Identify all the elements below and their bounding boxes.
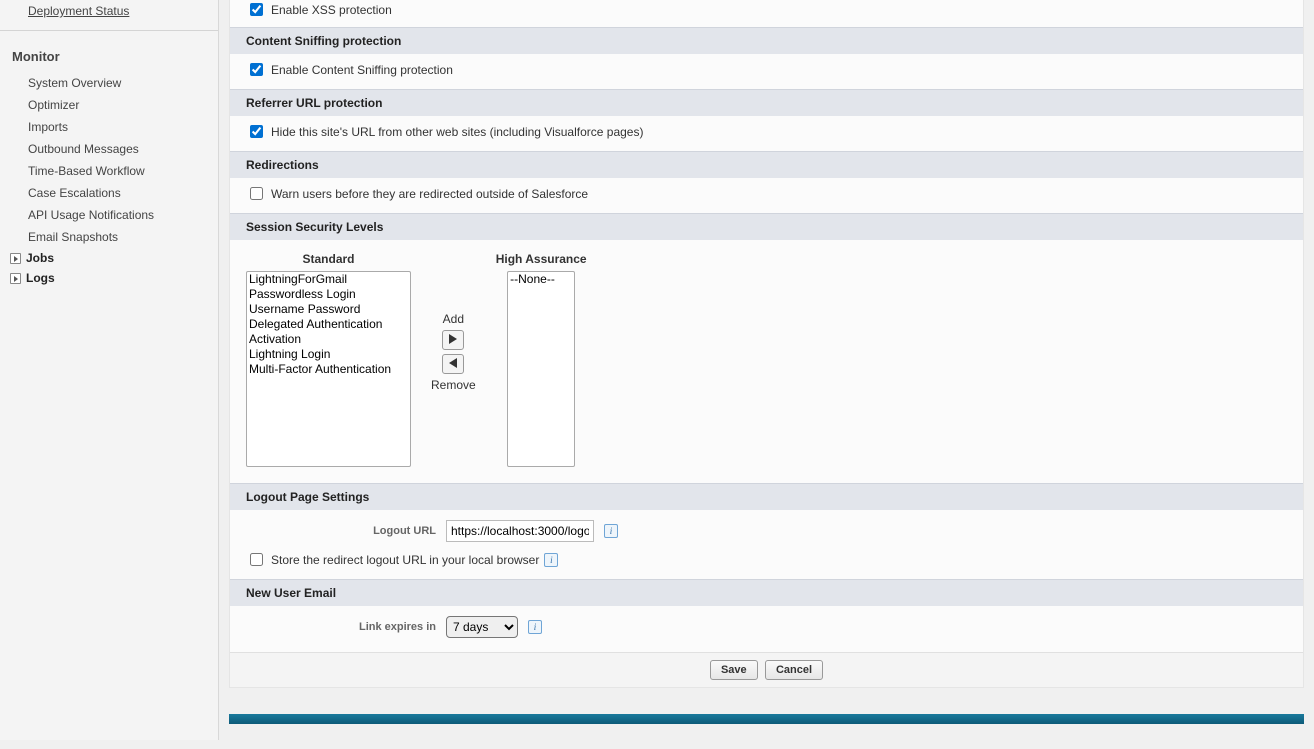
warn-redirect-label: Warn users before they are redirected ou… bbox=[271, 187, 588, 201]
expand-icon bbox=[10, 253, 21, 264]
cancel-button[interactable]: Cancel bbox=[765, 660, 823, 680]
save-button[interactable]: Save bbox=[710, 660, 758, 680]
section-header-referrer: Referrer URL protection bbox=[230, 89, 1303, 116]
main-content: Enable XSS protection Content Sniffing p… bbox=[219, 0, 1314, 740]
sidebar-tree-logs[interactable]: Logs bbox=[0, 268, 218, 288]
link-expires-label: Link expires in bbox=[246, 621, 436, 633]
logout-url-input[interactable] bbox=[446, 520, 594, 542]
enable-content-sniffing-checkbox[interactable] bbox=[250, 63, 263, 76]
info-icon[interactable]: i bbox=[604, 524, 618, 538]
section-header-session-security: Session Security Levels bbox=[230, 213, 1303, 240]
standard-security-list[interactable]: LightningForGmailPasswordless LoginUsern… bbox=[246, 271, 411, 467]
sidebar-item-case-escalations[interactable]: Case Escalations bbox=[0, 182, 218, 204]
enable-content-sniffing-label: Enable Content Sniffing protection bbox=[271, 63, 453, 77]
logout-url-label: Logout URL bbox=[246, 525, 436, 537]
section-header-redirections: Redirections bbox=[230, 151, 1303, 178]
hide-referrer-label: Hide this site's URL from other web site… bbox=[271, 125, 643, 139]
sidebar-item-api-usage-notifications[interactable]: API Usage Notifications bbox=[0, 204, 218, 226]
standard-option[interactable]: Delegated Authentication bbox=[247, 317, 410, 332]
remove-button[interactable] bbox=[442, 354, 464, 374]
add-label: Add bbox=[443, 312, 464, 326]
info-icon[interactable]: i bbox=[544, 553, 558, 567]
store-logout-url-label: Store the redirect logout URL in your lo… bbox=[271, 553, 539, 567]
standard-option[interactable]: Multi-Factor Authentication bbox=[247, 362, 410, 377]
arrow-left-icon bbox=[449, 357, 457, 371]
section-header-logout: Logout Page Settings bbox=[230, 483, 1303, 510]
sidebar-item-time-based-workflow[interactable]: Time-Based Workflow bbox=[0, 160, 218, 182]
sidebar-section-monitor: Monitor bbox=[0, 31, 218, 72]
standard-option[interactable]: Username Password bbox=[247, 302, 410, 317]
sidebar-item-outbound-messages[interactable]: Outbound Messages bbox=[0, 138, 218, 160]
footer-bar bbox=[229, 714, 1304, 724]
enable-xss-label: Enable XSS protection bbox=[271, 3, 392, 17]
standard-option[interactable]: LightningForGmail bbox=[247, 272, 410, 287]
expand-icon bbox=[10, 273, 21, 284]
enable-xss-checkbox[interactable] bbox=[250, 3, 263, 16]
link-expires-select[interactable]: 7 days bbox=[446, 616, 518, 638]
standard-option[interactable]: Passwordless Login bbox=[247, 287, 410, 302]
standard-option[interactable]: Activation bbox=[247, 332, 410, 347]
sidebar-item-optimizer[interactable]: Optimizer bbox=[0, 94, 218, 116]
info-icon[interactable]: i bbox=[528, 620, 542, 634]
arrow-right-icon bbox=[449, 333, 457, 347]
sidebar-tree-label: Jobs bbox=[26, 251, 54, 265]
sidebar-item-email-snapshots[interactable]: Email Snapshots bbox=[0, 226, 218, 248]
high-assurance-column-title: High Assurance bbox=[496, 252, 587, 266]
remove-label: Remove bbox=[431, 378, 476, 392]
sidebar-item-imports[interactable]: Imports bbox=[0, 116, 218, 138]
high-option[interactable]: --None-- bbox=[508, 272, 574, 287]
section-header-content-sniffing: Content Sniffing protection bbox=[230, 27, 1303, 54]
standard-column-title: Standard bbox=[246, 252, 411, 266]
sidebar: Deployment Status Monitor System Overvie… bbox=[0, 0, 219, 740]
sidebar-item-system-overview[interactable]: System Overview bbox=[0, 72, 218, 94]
add-button[interactable] bbox=[442, 330, 464, 350]
sidebar-tree-label: Logs bbox=[26, 271, 55, 285]
standard-option[interactable]: Lightning Login bbox=[247, 347, 410, 362]
section-header-new-user-email: New User Email bbox=[230, 579, 1303, 606]
sidebar-item-deployment-status[interactable]: Deployment Status bbox=[0, 0, 218, 22]
warn-redirect-checkbox[interactable] bbox=[250, 187, 263, 200]
sidebar-tree-jobs[interactable]: Jobs bbox=[0, 248, 218, 268]
hide-referrer-checkbox[interactable] bbox=[250, 125, 263, 138]
high-assurance-list[interactable]: --None-- bbox=[507, 271, 575, 467]
store-logout-url-checkbox[interactable] bbox=[250, 553, 263, 566]
